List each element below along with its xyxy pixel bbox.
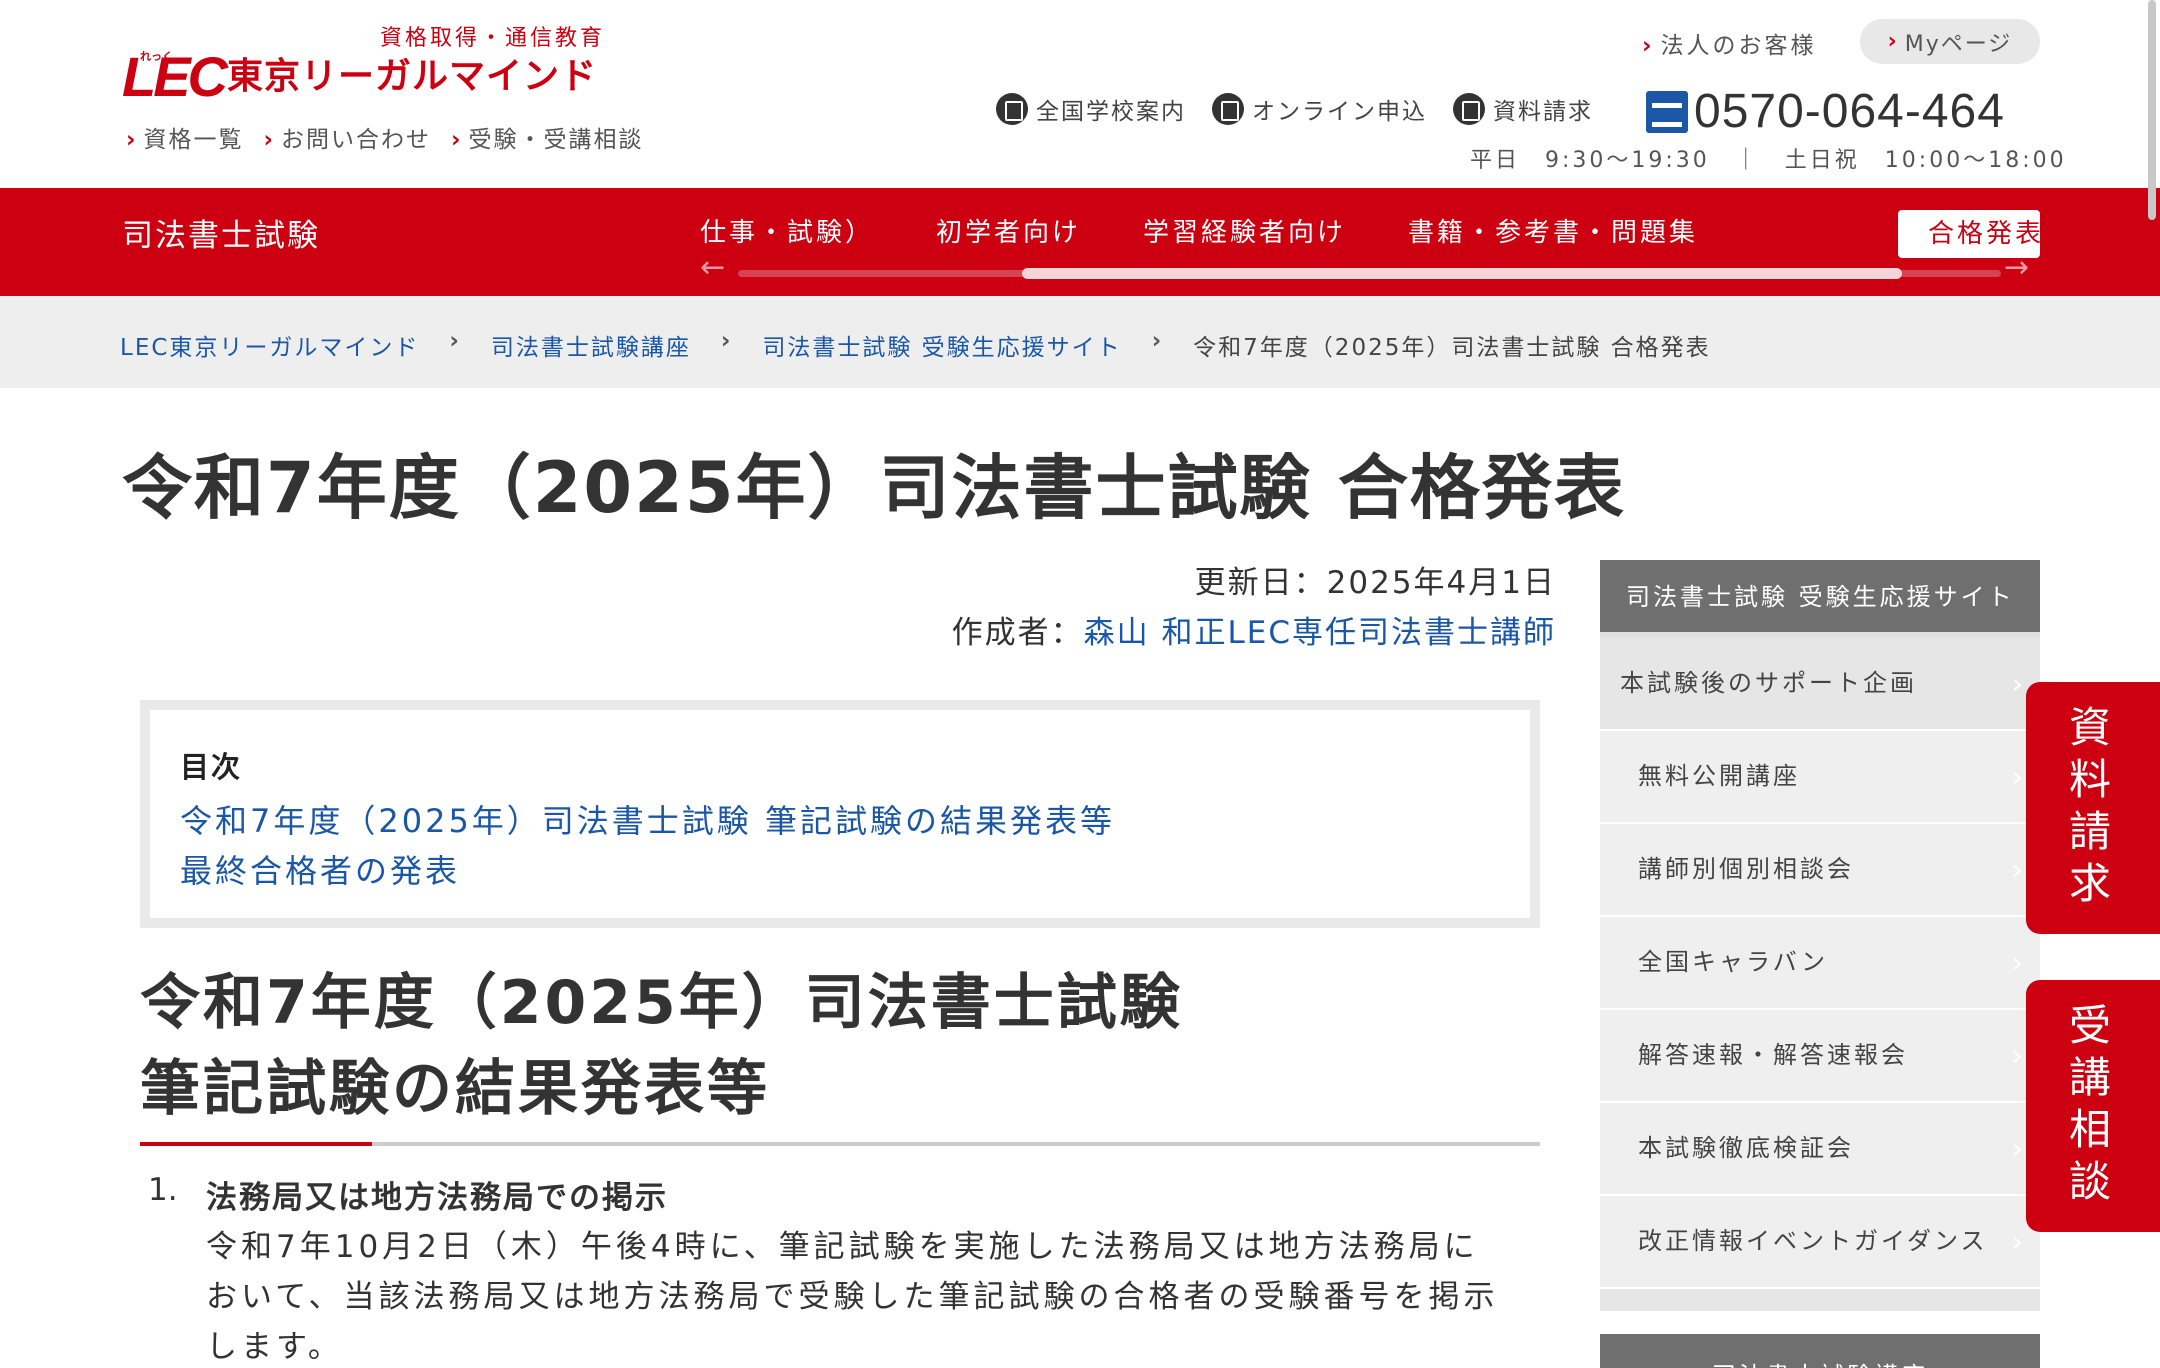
chevron-right-icon: › [2011,1132,2026,1165]
keyboard-icon [1212,93,1244,125]
table-of-contents: 目次 令和7年度（2025年）司法書士試験 筆記試験の結果発表等 最終合格者の発… [140,700,1540,928]
header-sublinks: › 資格一覧 › お問い合わせ › 受験・受講相談 [126,120,643,154]
tagline: 資格取得・通信教育 [380,26,606,51]
author-link[interactable]: 森山 和正LEC専任司法書士講師 [1084,615,1556,651]
side-item-exam-review[interactable]: 本試験徹底検証会 › [1600,1103,2040,1196]
consultation-float-button[interactable]: 受 講 相 談 [2026,980,2160,1232]
chevron-right-icon: › [2011,667,2026,700]
breadcrumb-support-site[interactable]: 司法書士試験 受験生応援サイト [762,328,1121,362]
list-item-body: 令和7年10月2日（木）午後4時に、筆記試験を実施した法務局又は地方法務局におい… [206,1229,1499,1365]
course-nav-title[interactable]: 司法書士試験 [122,210,320,255]
chevron-right-icon: › [126,127,138,153]
chevron-right-icon: › [2011,853,2026,886]
breadcrumb: LEC東京リーガルマインド › 司法書士試験講座 › 司法書士試験 受験生応援サ… [0,296,2160,388]
business-hours: 平日 9:30〜19:30 ｜ 土日祝 10:00〜18:00 [1470,148,2067,173]
breadcrumb-current: 令和7年度（2025年）司法書士試験 合格発表 [1193,335,1711,361]
side-item-law-revision[interactable]: 改正情報イベントガイダンス › [1600,1196,2040,1289]
arrow-right-icon[interactable]: → [2004,250,2029,285]
section-divider-accent [140,1142,372,1146]
toc-link-final-results[interactable]: 最終合格者の発表 [180,846,1500,896]
mypage-button[interactable]: › Myページ [1860,19,2040,64]
course-nav: 司法書士試験 仕事・試験） 初学者向け 学習経験者向け 書籍・参考書・問題集 合… [0,188,2160,296]
school-guide-link[interactable]: 全国学校案内 [996,92,1186,126]
site-header: 資格取得・通信教育 れっく LEC 東京リーガルマインド › 資格一覧 › お問い合… [0,0,2160,188]
logo-text: 東京リーガルマインド [227,56,598,97]
updated-date: 更新日：2025年4月1日 [1194,565,1556,601]
document-icon [1453,93,1485,125]
freedial-icon [1646,90,1688,133]
side-menu-heading[interactable]: 司法書士試験 受験生応援サイト [1600,560,2040,638]
side-item-caravan[interactable]: 全国キャラバン › [1600,917,2040,1010]
chevron-right-icon: › [2011,760,2026,793]
corporate-link[interactable]: › 法人のお客様 [1642,26,1816,60]
list-item-heading: 法務局又は地方法務局での掲示 [206,1180,668,1216]
logo-ruby: れっく [140,50,173,63]
window-scrollbar[interactable] [2148,0,2156,220]
chevron-right-icon: › [2011,1039,2026,1072]
course-nav-items: 仕事・試験） 初学者向け 学習経験者向け 書籍・参考書・問題集 [700,212,1760,249]
side-item-answer-flash[interactable]: 解答速報・解答速報会 › [1600,1010,2040,1103]
chevron-right-icon: › [263,127,275,153]
chevron-right-icon: › [2011,1225,2026,1258]
nav-item-experienced[interactable]: 学習経験者向け [1143,212,1346,249]
side-item-consultation[interactable]: 講師別個別相談会 › [1600,824,2040,917]
toc-link-written-exam[interactable]: 令和7年度（2025年）司法書士試験 筆記試験の結果発表等 [180,796,1500,846]
sublink-contact[interactable]: › お問い合わせ [263,120,430,154]
phone-text: 0570-064-464 [1694,85,2005,138]
utility-links: 全国学校案内 オンライン申込 資料請求 [996,92,1593,126]
side-item-free-lecture[interactable]: 無料公開講座 › [1600,731,2040,824]
request-docs-link[interactable]: 資料請求 [1453,92,1593,126]
request-docs-float-button[interactable]: 資 料 請 求 [2026,682,2160,934]
list-number: 1. [148,1172,178,1208]
online-apply-link[interactable]: オンライン申込 [1212,92,1427,126]
side-item-support-events[interactable]: 本試験後のサポート企画 › [1600,638,2040,731]
breadcrumb-home[interactable]: LEC東京リーガルマインド [120,328,419,362]
nav-item-books[interactable]: 書籍・参考書・問題集 [1408,212,1698,249]
chevron-right-icon: › [2011,946,2026,979]
author-line: 作成者：森山 和正LEC専任司法書士講師 [951,615,1556,651]
nav-item-job-exam[interactable]: 仕事・試験） [700,212,874,249]
lec-logo[interactable]: れっく LEC 東京リーガルマインド [122,45,598,108]
chevron-right-icon: › [450,127,463,153]
page-title: 令和7年度（2025年）司法書士試験 合格発表 [122,447,1626,529]
chevron-right-icon: › [1887,29,1899,54]
section-title: 令和7年度（2025年）司法書士試験 筆記試験の結果発表等 [140,968,1183,1124]
logo-mark: LEC [122,45,228,108]
chevron-right-icon: › [1151,328,1164,354]
arrow-left-icon[interactable]: ← [700,250,725,285]
toc-heading: 目次 [180,750,243,784]
side-menu-spacer [1600,1289,2040,1311]
building-icon [996,93,1028,125]
sublink-consultation[interactable]: › 受験・受講相談 [451,120,643,154]
side-menu-heading-course[interactable]: 司法書士試験講座 [1600,1334,2040,1368]
sublink-qualifications[interactable]: › 資格一覧 [126,120,243,154]
breadcrumb-course[interactable]: 司法書士試験講座 [491,328,691,362]
side-menu: 司法書士試験 受験生応援サイト 本試験後のサポート企画 › 無料公開講座 › 講師別… [1600,560,2040,1311]
chevron-right-icon: › [720,328,733,354]
chevron-right-icon: › [1642,33,1655,59]
nav-item-beginners[interactable]: 初学者向け [936,212,1081,249]
chevron-right-icon: › [449,328,461,354]
article-meta: 更新日：2025年4月1日 作成者：森山 和正LEC専任司法書士講師 [952,558,1556,658]
phone-number[interactable]: 0570-064-464 [1646,84,2005,139]
nav-scroll-thumb[interactable] [1022,268,1902,279]
